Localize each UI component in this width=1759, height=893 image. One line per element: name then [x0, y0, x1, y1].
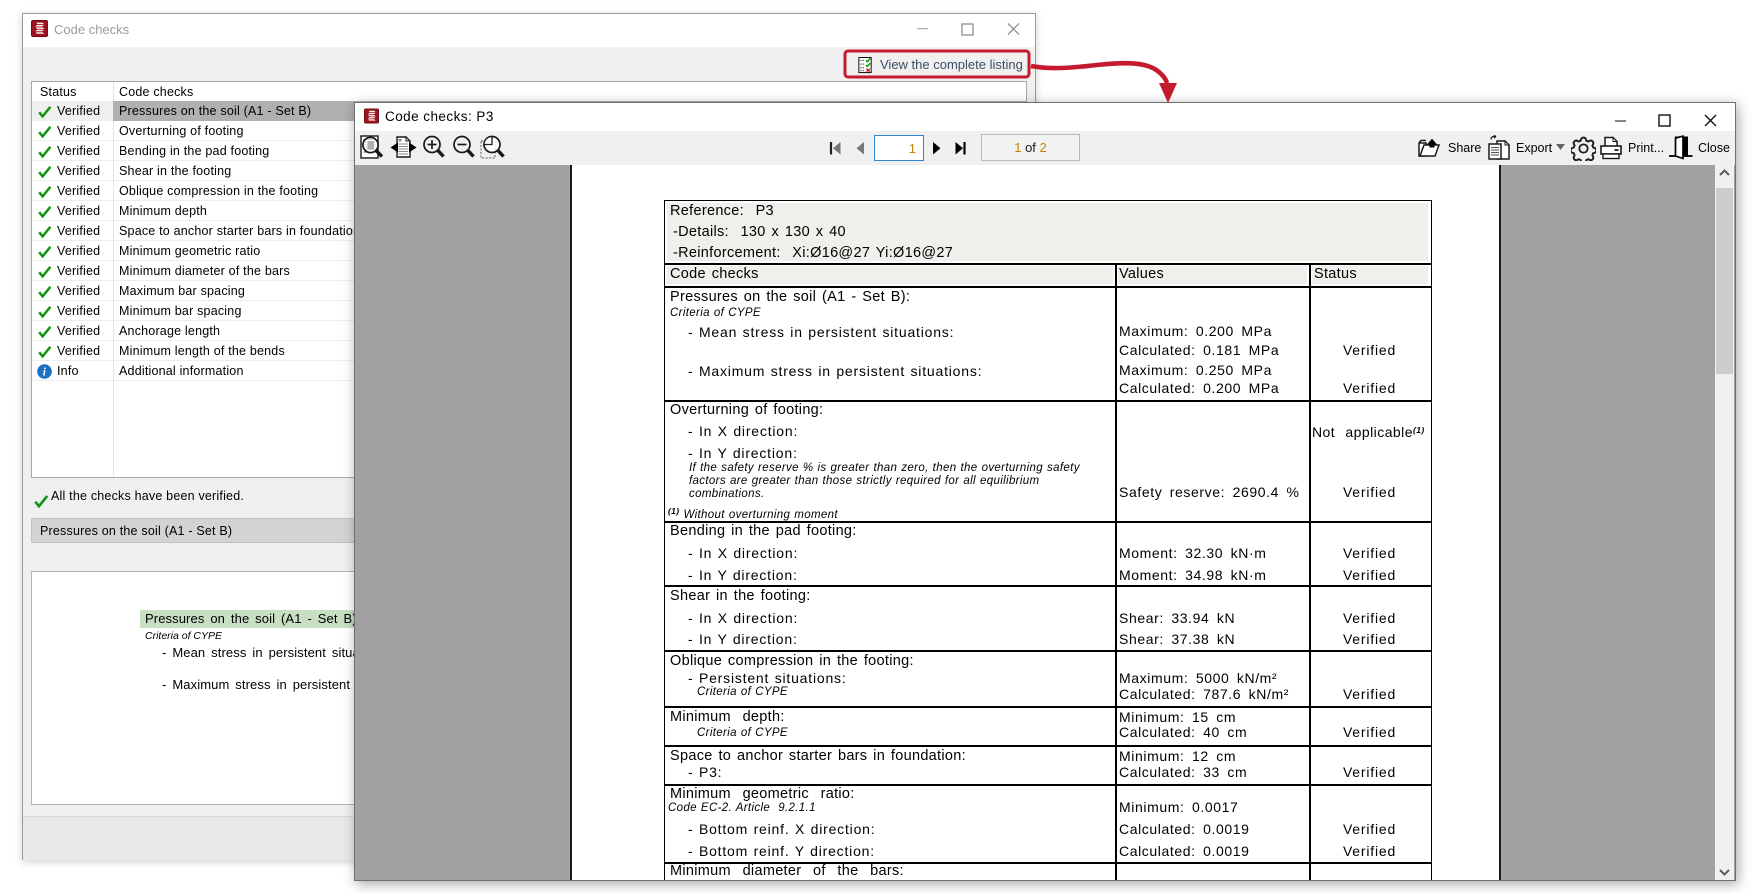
- svg-text:i: i: [43, 366, 47, 378]
